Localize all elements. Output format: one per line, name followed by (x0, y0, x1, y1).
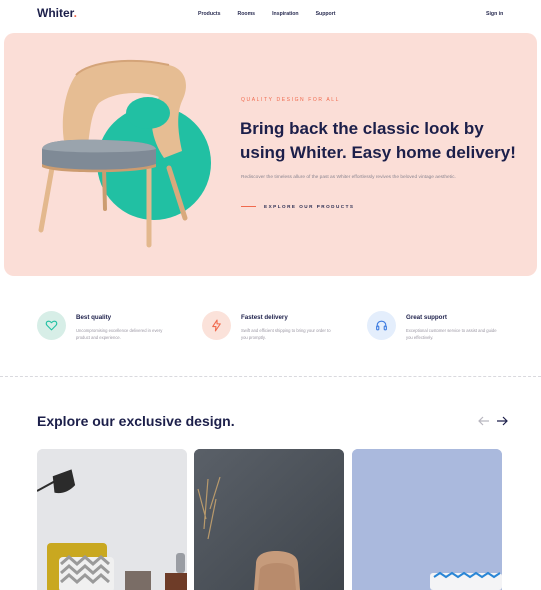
nav-link-inspiration[interactable]: Inspiration (272, 11, 299, 17)
hero-chair-image (38, 59, 211, 248)
feature-description: Uncompromising excellence delivered in e… (76, 328, 163, 340)
nav-link-rooms[interactable]: Rooms (237, 11, 255, 17)
product-card-blue-sofa[interactable] (352, 449, 502, 590)
feature-description: Swift and efficient shipping to bring yo… (241, 328, 331, 340)
hero-banner: QUALITY DESIGN FOR ALL Bring back the cl… (4, 33, 537, 276)
explore-products-link[interactable]: EXPLORE OUR PRODUCTS (241, 204, 355, 209)
top-navigation: Whiter. Products Rooms Inspiration Suppo… (0, 0, 541, 30)
logo-text: Whiter (37, 6, 74, 20)
product-card-wingback-chair[interactable] (194, 449, 344, 590)
main-menu: Products Rooms Inspiration Support (198, 11, 335, 17)
section-divider (0, 376, 541, 377)
headphones-icon (367, 311, 396, 340)
heart-icon (37, 311, 66, 340)
product-image (37, 449, 187, 590)
logo[interactable]: Whiter. (37, 6, 77, 20)
product-card-lamp-chair[interactable] (37, 449, 187, 590)
sign-in-link[interactable]: Sign in (486, 11, 503, 17)
nav-link-products[interactable]: Products (198, 11, 220, 17)
product-image (194, 449, 344, 590)
feature-great-support: Great support Exceptional customer servi… (367, 311, 507, 351)
carousel-controls (478, 416, 508, 426)
cta-accent-line (241, 205, 256, 208)
arrow-right-icon[interactable] (496, 416, 508, 426)
hero-headline: Bring back the classic look by using Whi… (240, 119, 516, 162)
hero-eyebrow: QUALITY DESIGN FOR ALL (241, 97, 341, 103)
section-title: Explore our exclusive design. (37, 413, 235, 429)
cta-label: EXPLORE OUR PRODUCTS (264, 204, 355, 209)
product-image (352, 449, 502, 590)
arrow-left-icon[interactable] (478, 416, 490, 426)
feature-best-quality: Best quality Uncompromising excellence d… (37, 311, 177, 351)
logo-dot: . (73, 6, 78, 20)
feature-fastest-delivery: Fastest delivery Swift and efficient shi… (202, 311, 342, 351)
feature-title: Best quality (76, 314, 112, 321)
feature-description: Exceptional customer service to assist a… (406, 328, 497, 340)
lightning-icon (202, 311, 231, 340)
feature-title: Great support (406, 314, 447, 321)
feature-title: Fastest delivery (241, 314, 288, 321)
nav-link-support[interactable]: Support (316, 11, 336, 17)
hero-subtext: Rediscover the timeless allure of the pa… (241, 175, 456, 180)
